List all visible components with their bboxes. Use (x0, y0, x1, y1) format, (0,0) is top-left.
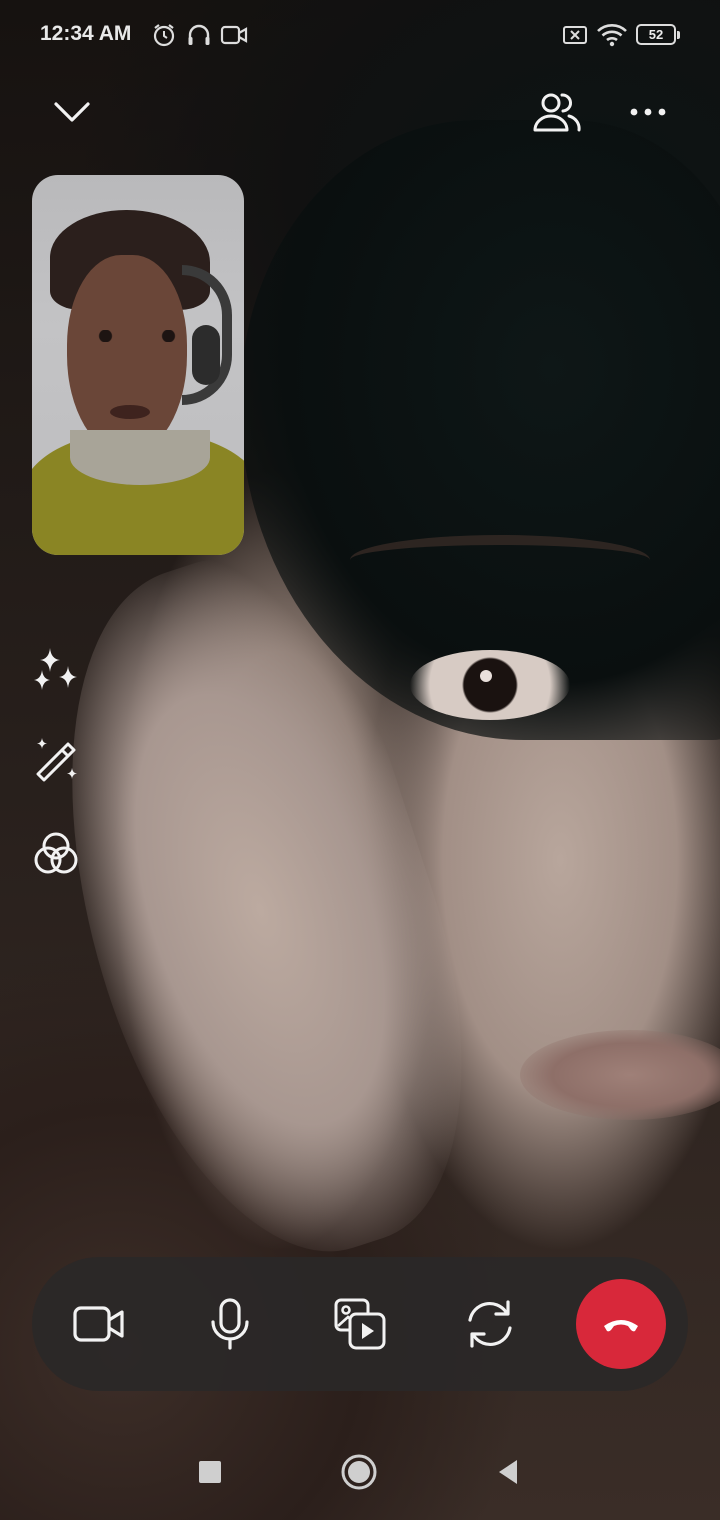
end-call-button[interactable] (576, 1279, 666, 1369)
end-call-icon (604, 1320, 638, 1332)
magic-wand-icon (36, 738, 77, 782)
media-share-icon (334, 1298, 386, 1350)
toggle-video-button[interactable] (54, 1279, 144, 1369)
battery-level: 52 (648, 27, 664, 42)
toggle-mic-button[interactable] (185, 1279, 275, 1369)
chevron-down-icon (54, 102, 90, 122)
more-options-icon (630, 108, 666, 116)
self-preview-collar (70, 430, 210, 485)
alarm-icon (153, 24, 175, 47)
status-time: 12:34 AM (40, 22, 132, 45)
microphone-icon (211, 1298, 249, 1350)
remote-video-lips (520, 1030, 720, 1120)
minimize-call-button[interactable] (42, 84, 102, 140)
sim-blocked-icon (563, 26, 587, 44)
self-preview-mouth (110, 405, 150, 419)
wifi-icon (597, 24, 627, 47)
video-recording-icon (220, 25, 248, 45)
self-video-preview[interactable] (32, 175, 244, 555)
remote-video-eye (410, 650, 570, 720)
participants-button[interactable] (526, 84, 586, 140)
battery-icon: 52 (636, 24, 680, 45)
beauty-button[interactable] (28, 732, 84, 788)
call-controls-bar (32, 1257, 688, 1391)
sparkles-effects-icon (34, 648, 77, 690)
self-preview-face (67, 255, 187, 455)
back-button[interactable] (484, 1448, 532, 1496)
remote-video-brow (350, 535, 650, 585)
home-button[interactable] (335, 1448, 383, 1496)
self-preview-eyes (92, 330, 182, 342)
filters-icon (34, 832, 78, 874)
switch-camera-icon (468, 1300, 512, 1348)
recent-apps-button[interactable] (186, 1448, 234, 1496)
home-icon (341, 1454, 377, 1490)
participants-icon (533, 93, 581, 132)
share-media-button[interactable] (315, 1279, 405, 1369)
video-camera-icon (73, 1306, 124, 1342)
filters-button[interactable] (28, 826, 84, 882)
more-options-button[interactable] (618, 84, 678, 140)
switch-camera-button[interactable] (445, 1279, 535, 1369)
headphones-icon (188, 24, 210, 45)
status-bar: 12:34 AM 52 (0, 0, 720, 70)
back-icon (499, 1460, 517, 1484)
recent-apps-icon (199, 1461, 221, 1483)
self-preview-earcup (192, 325, 220, 385)
effects-button[interactable] (28, 642, 84, 698)
